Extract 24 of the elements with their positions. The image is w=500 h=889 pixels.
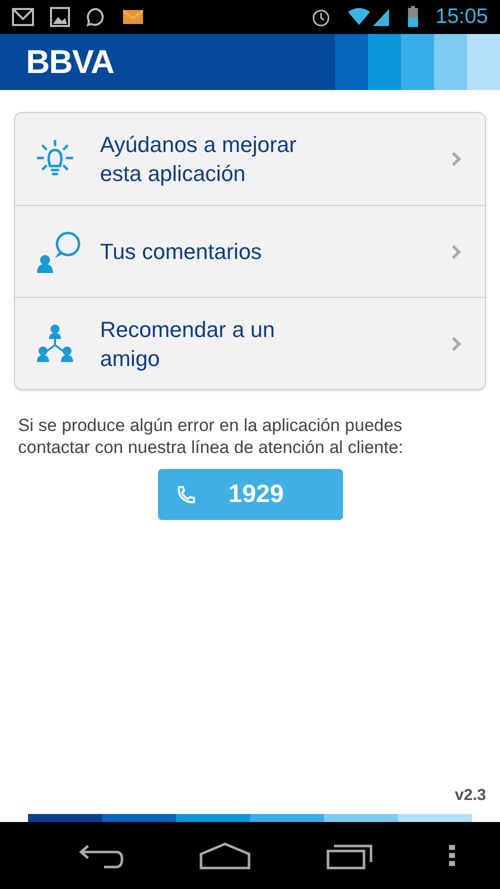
back-icon[interactable] (78, 842, 124, 868)
chevron-right-icon (451, 244, 461, 260)
menu-item-label: Tus comentarios (100, 238, 263, 266)
menu-item-label: Ayúdanos a mejorar esta aplicación (100, 131, 298, 188)
chevron-right-icon (451, 151, 461, 167)
menu-item[interactable]: Ayúdanos a mejorar esta aplicación (15, 113, 485, 205)
help-text: Si se produce algún error en la aplicación puedes contactar con nuestra línea de atención al cliente: (18, 414, 404, 458)
version-text: v2.3 (454, 786, 486, 806)
chat-icon (86, 7, 106, 27)
menu-item[interactable]: Recomendar a un amigo (15, 297, 485, 389)
mail-icon (12, 8, 34, 26)
bbva-logo: BBVA (26, 42, 115, 82)
battery-icon (407, 6, 420, 28)
menu-item[interactable]: Tus comentarios (15, 205, 485, 297)
people-network-icon (35, 324, 75, 364)
envelope-icon (122, 9, 144, 25)
home-icon[interactable] (198, 842, 250, 870)
overflow-menu-icon[interactable] (448, 844, 454, 866)
menu-item-label: Recomendar a un amigo (100, 316, 276, 372)
image-icon (50, 7, 70, 27)
alarm-icon (311, 7, 332, 27)
chevron-right-icon (451, 336, 461, 352)
signal-icon (347, 7, 392, 27)
clock-text: 15:05 (435, 4, 488, 30)
